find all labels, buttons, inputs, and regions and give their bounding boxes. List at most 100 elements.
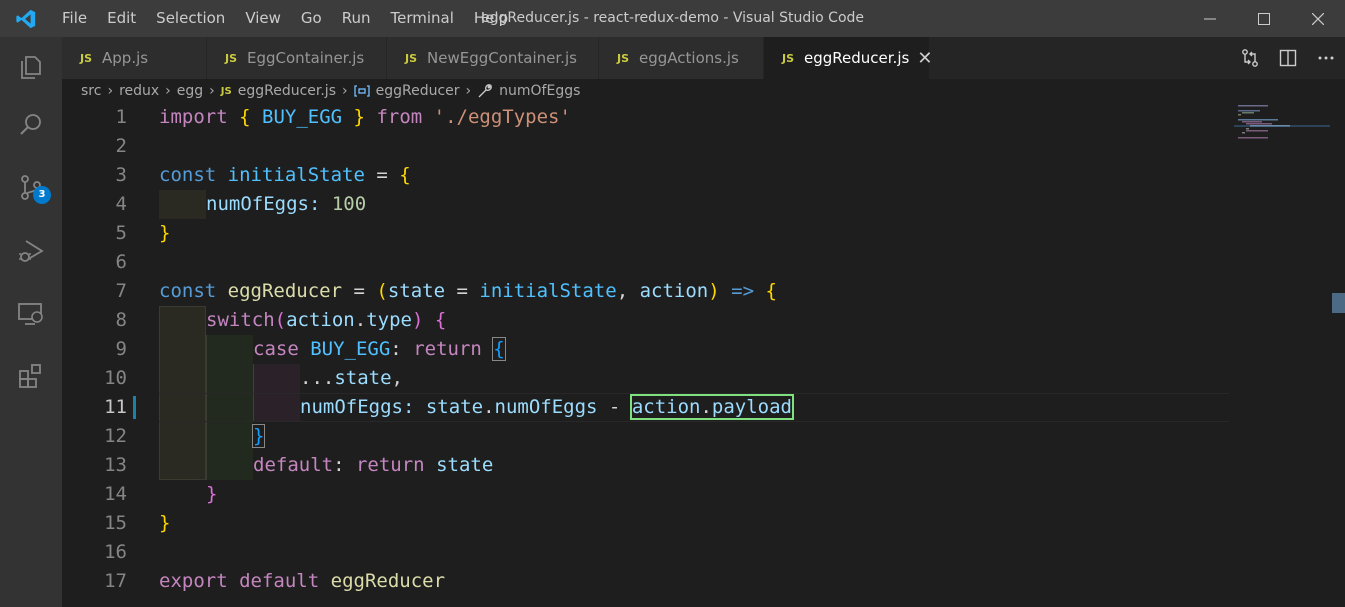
line-number: 16 [104,541,127,563]
line-number: 13 [104,454,127,476]
code-line: 9 case BUY_EGG: return { [62,335,1232,364]
extensions-button[interactable] [0,346,62,406]
menu-selection[interactable]: Selection [146,0,235,37]
menu-file[interactable]: File [52,0,97,37]
code-text: } [206,483,218,505]
more-actions-button[interactable] [1307,55,1345,61]
minimize-icon [1204,18,1216,19]
variable-symbol-icon [353,85,370,97]
maximize-icon [1258,12,1270,25]
code-line: 17 export default eggReducer [62,567,1232,596]
compare-changes-icon [1242,49,1258,67]
breadcrumb-item-property[interactable]: numOfEggs [499,83,580,99]
chevron-right-icon: › [209,83,215,99]
split-editor-button[interactable] [1269,49,1307,67]
code-line: 1 import { BUY_EGG } from './eggTypes' [62,103,1232,132]
code-line: 8 switch(action.type) { [62,306,1232,335]
search-button[interactable] [0,95,62,155]
run-debug-button[interactable] [0,221,62,281]
vscode-logo-icon [0,0,52,37]
line-number: 1 [115,106,127,128]
code-line: 16 [62,538,1232,567]
code-text: case BUY_EGG: return { [253,337,506,361]
tab-app-js[interactable]: JS App.js [62,37,207,79]
line-number: 5 [115,222,127,244]
menu-bar: File Edit Selection View Go Run Terminal… [52,0,518,37]
code-line: 11 numOfEggs: state.numOfEggs - action.p… [62,393,1232,422]
code-text: default: return state [253,454,494,476]
editor-tab-bar: JS App.js JS EggContainer.js JS NewEggCo… [62,37,1345,79]
javascript-file-icon: JS [782,51,795,65]
javascript-file-icon: JS [225,51,238,65]
line-number: 10 [104,367,127,389]
run-debug-icon [19,240,44,262]
tab-label: EggContainer.js [247,49,365,67]
open-changes-button[interactable] [1231,48,1269,68]
line-number: 6 [115,251,127,273]
line-number: 3 [115,164,127,186]
code-text: } [251,424,266,448]
line-number: 4 [115,193,127,215]
maximize-button[interactable] [1237,0,1291,37]
breadcrumb-item-src[interactable]: src [81,83,101,99]
code-line: 12 } [62,422,1232,451]
tab-egg-reducer-js[interactable]: JS eggReducer.js ✕ [764,37,932,79]
code-text: const initialState = { [159,164,411,186]
menu-go[interactable]: Go [291,0,332,37]
line-number: 12 [104,425,127,447]
scrollbar-marker[interactable] [1332,293,1345,313]
line-number: 8 [115,309,127,331]
javascript-file-icon: JS [80,51,93,65]
line-number: 14 [104,483,127,505]
chevron-right-icon: › [165,83,171,99]
chevron-right-icon: › [107,83,114,99]
code-text: import { BUY_EGG } from './eggTypes' [159,106,571,128]
code-line: 10 ...state, [62,364,1232,393]
remote-explorer-button[interactable] [0,284,62,344]
close-window-button[interactable] [1291,0,1345,37]
code-text: switch(action.type) { [206,309,447,331]
code-line: 2 [62,132,1232,161]
tab-egg-container-js[interactable]: JS EggContainer.js [207,37,387,79]
code-line: 13 default: return state [62,451,1232,480]
tab-egg-actions-js[interactable]: JS eggActions.js [599,37,764,79]
line-number: 9 [115,338,127,360]
tab-new-egg-container-js[interactable]: JS NewEggContainer.js [387,37,599,79]
close-icon [1312,12,1324,25]
menu-view[interactable]: View [235,0,291,37]
remote-explorer-icon [18,303,43,325]
breadcrumb-item-egg[interactable]: egg [177,83,203,99]
tab-label: eggActions.js [639,49,739,67]
menu-terminal[interactable]: Terminal [381,0,464,37]
minimap[interactable] [1230,103,1330,163]
explorer-button[interactable] [0,37,62,97]
breadcrumb-item-file[interactable]: eggReducer.js [238,83,336,99]
menu-edit[interactable]: Edit [97,0,146,37]
code-editor[interactable]: 1 import { BUY_EGG } from './eggTypes' 2… [62,103,1345,607]
javascript-file-icon: JS [405,51,418,65]
code-text: ...state, [300,367,403,389]
menu-help[interactable]: Help [464,0,518,37]
line-number: 2 [115,135,127,157]
minimize-button[interactable] [1183,0,1237,37]
code-line: 7 const eggReducer = (state = initialSta… [62,277,1232,306]
line-number: 11 [104,396,127,418]
breadcrumb-item-redux[interactable]: redux [119,83,159,99]
code-text: const eggReducer = (state = initialState… [159,280,777,302]
line-number: 7 [115,280,127,302]
title-bar: File Edit Selection View Go Run Terminal… [0,0,1345,37]
tab-label: NewEggContainer.js [427,49,577,67]
code-line: 14 } [62,480,1232,509]
code-line: 15 } [62,509,1232,538]
breadcrumb-item-symbol[interactable]: eggReducer [376,83,460,99]
javascript-file-icon: JS [220,85,232,97]
tab-label: eggReducer.js [804,49,910,67]
chevron-right-icon: › [465,83,472,99]
code-text: numOfEggs: state.numOfEggs - action.payl… [300,394,795,420]
menu-run[interactable]: Run [332,0,381,37]
chevron-right-icon: › [342,83,348,99]
code-text: } [159,222,171,244]
close-tab-icon[interactable]: ✕ [917,48,932,69]
source-control-button[interactable]: 3 [0,157,62,217]
files-icon [21,56,41,79]
